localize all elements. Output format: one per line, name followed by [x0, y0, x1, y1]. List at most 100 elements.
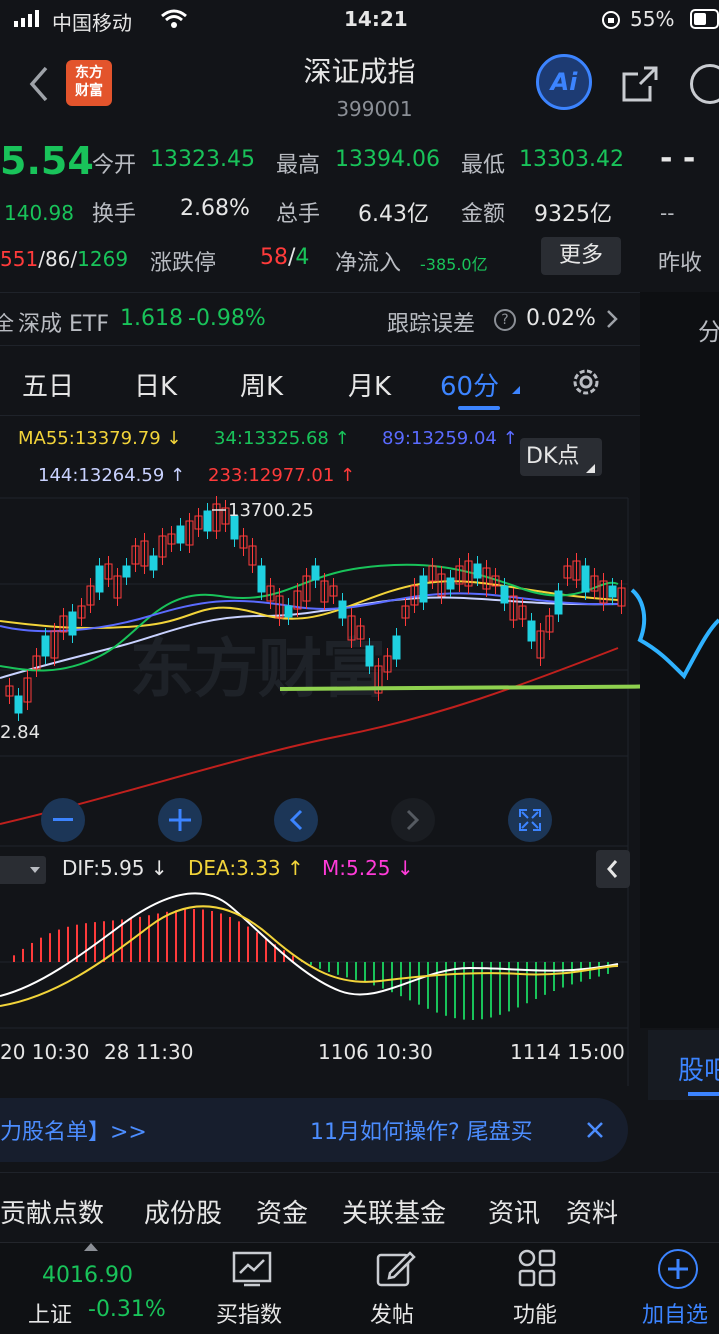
macd-bar: [247, 926, 249, 962]
buy-index-label[interactable]: 买指数: [216, 1297, 282, 1329]
sh-index-pct[interactable]: -0.31%: [88, 1297, 166, 1322]
drawn-arrow: [630, 588, 719, 680]
period-tabs: 五日 日K 周K 月K 60分: [0, 346, 640, 416]
current-price: 5.54: [0, 139, 94, 183]
buy-index-icon[interactable]: [232, 1251, 272, 1291]
candle: [473, 563, 482, 579]
share-icon[interactable]: [620, 64, 660, 108]
candle: [608, 585, 617, 598]
add-watchlist-icon[interactable]: [658, 1249, 698, 1289]
expand-button[interactable]: [508, 798, 552, 842]
etf-pct: -0.98%: [188, 306, 266, 331]
more-button[interactable]: 更多: [541, 237, 621, 275]
guba-tab[interactable]: 股吧: [648, 1030, 719, 1100]
macd-chart: [0, 892, 628, 1020]
macd-bar: [139, 916, 141, 962]
amount-value: 9325亿: [534, 202, 612, 227]
turnover-label: 换手: [92, 202, 137, 227]
x-label-2: 28 11:30: [104, 1040, 194, 1064]
post-label[interactable]: 发帖: [370, 1297, 414, 1329]
quote-panel: 5.54 140.98 551/86/1269 今开 13323.45 最高 1…: [0, 125, 719, 290]
candle: [176, 525, 185, 544]
tab-daily[interactable]: 日K: [134, 366, 177, 403]
macd-bar: [427, 962, 429, 1009]
macd-bar: [355, 962, 357, 980]
macd-bar: [148, 915, 150, 962]
x-label-4: 1114 15:00: [510, 1040, 625, 1064]
post-icon[interactable]: [376, 1249, 416, 1293]
tab-news[interactable]: 资讯: [488, 1193, 540, 1230]
chevron-right-icon: [606, 309, 618, 333]
tab-weekly[interactable]: 周K: [240, 366, 283, 403]
macd-bar: [193, 909, 195, 962]
candle: [446, 577, 455, 590]
scroll-left-button[interactable]: [274, 798, 318, 842]
ad-right-text[interactable]: 11月如何操作? 尾盘买: [310, 1114, 566, 1146]
zoom-out-button[interactable]: [41, 798, 85, 842]
macd-bar: [544, 962, 546, 995]
tab-5day[interactable]: 五日: [22, 366, 74, 403]
tab-60min[interactable]: 60分: [440, 366, 499, 403]
candle: [284, 605, 293, 618]
stock-code: 399001: [336, 97, 413, 121]
ad-banner[interactable]: 力股名单】>> 11月如何操作? 尾盘买: [0, 1098, 628, 1162]
battery-icon: [690, 9, 719, 29]
candle: [14, 695, 23, 714]
open-label: 今开: [92, 153, 137, 178]
macd-bar: [202, 909, 204, 962]
svg-text:东方财富: 东方财富: [130, 633, 386, 707]
sh-index-name[interactable]: 上证: [28, 1297, 72, 1329]
function-label[interactable]: 功能: [513, 1297, 557, 1329]
candle: [392, 635, 401, 660]
tab-related-funds[interactable]: 关联基金: [342, 1193, 446, 1230]
volume-label: 总手: [276, 202, 321, 227]
nav-bar: 东方 财富 深证成指 399001 Ai: [0, 40, 719, 125]
ad-left-text[interactable]: 力股名单】>>: [0, 1114, 147, 1146]
collapse-panel-button[interactable]: [596, 850, 630, 888]
macd-bar: [337, 962, 339, 975]
macd-bar: [238, 921, 240, 962]
updown-count: 551/86/1269: [0, 247, 129, 271]
scroll-right-button[interactable]: [391, 798, 435, 842]
add-watchlist-label[interactable]: 加自选: [642, 1297, 708, 1329]
help-icon[interactable]: ?: [494, 309, 516, 331]
macd-bar: [256, 932, 258, 962]
tab-monthly[interactable]: 月K: [348, 366, 391, 403]
side-label: 分: [698, 318, 719, 346]
settings-gear-icon[interactable]: [569, 365, 603, 403]
zoom-in-button[interactable]: [158, 798, 202, 842]
macd-bar: [607, 962, 609, 974]
tab-funds[interactable]: 资金: [256, 1193, 308, 1230]
ai-button[interactable]: Ai: [536, 54, 592, 110]
candle: [581, 565, 590, 593]
sh-index-value[interactable]: 4016.90: [42, 1263, 133, 1288]
macd-bar: [13, 955, 15, 962]
low-value: 13303.42: [519, 147, 624, 172]
macd-bar: [553, 962, 555, 991]
indicator-select[interactable]: [0, 856, 46, 884]
tab-dropdown-icon: [512, 386, 520, 394]
macd-bar: [310, 962, 312, 966]
function-icon[interactable]: [518, 1249, 556, 1291]
candle: [257, 565, 266, 593]
macd-bar: [184, 909, 186, 962]
track-value: 0.02%: [526, 306, 596, 331]
macd-bar: [85, 923, 87, 962]
high-marker: 13700.25: [228, 500, 314, 521]
etf-row[interactable]: 全 深成 ETF 1.618 -0.98% 跟踪误差 ? 0.02%: [0, 292, 640, 346]
right-mid: --: [660, 201, 675, 225]
tab-profile[interactable]: 资料: [566, 1193, 618, 1230]
candle: [41, 635, 50, 657]
content-tabs: 贡献点数 成份股 资金 关联基金 资讯 资料: [0, 1172, 719, 1242]
tab-contribution[interactable]: 贡献点数: [0, 1193, 104, 1230]
signal-icon: [14, 10, 39, 27]
macd-bar: [229, 916, 231, 962]
tab-components[interactable]: 成份股: [144, 1193, 222, 1230]
expand-up-icon[interactable]: [84, 1243, 98, 1251]
macd-dea: DEA:3.33 ↑: [188, 856, 304, 880]
macd-bar: [535, 962, 537, 999]
macd-bar: [166, 911, 168, 962]
macd-bar: [526, 962, 528, 1004]
macd-bar: [382, 962, 384, 989]
close-icon[interactable]: [585, 1120, 605, 1144]
